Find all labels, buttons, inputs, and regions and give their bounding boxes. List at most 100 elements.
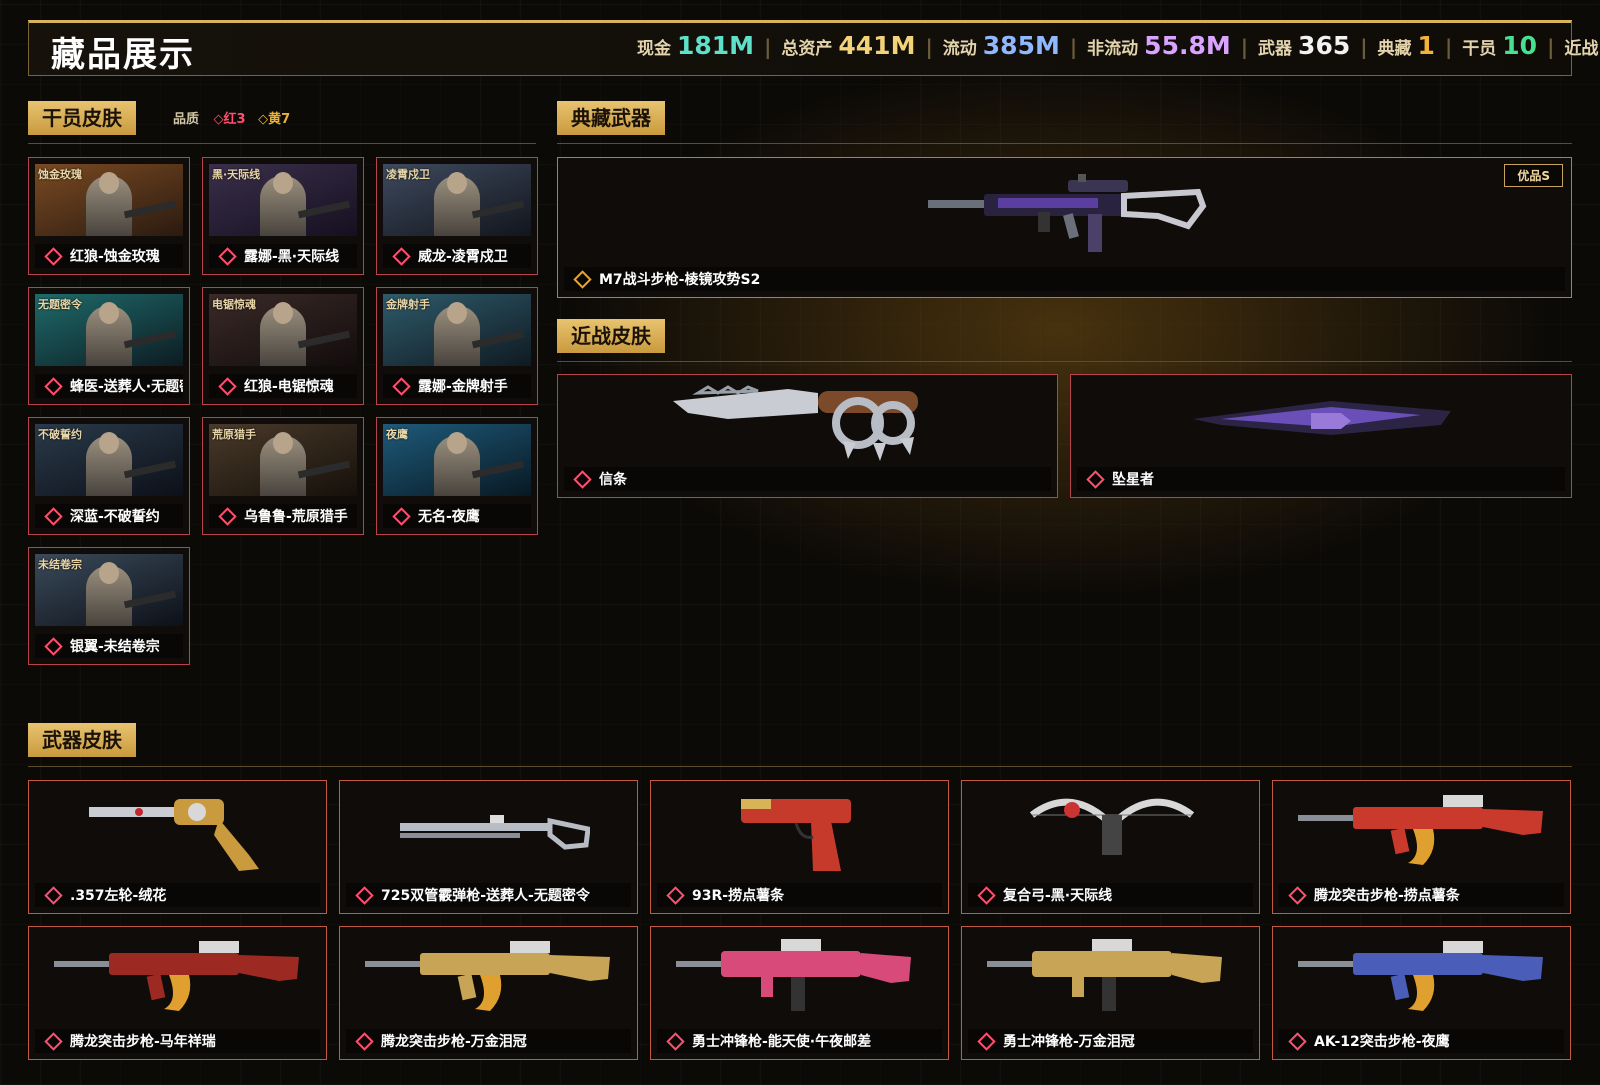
stat-value: 1 xyxy=(1417,31,1435,60)
operator-name-bar: 银翼-未结卷宗 xyxy=(35,634,183,658)
operator-portrait: 蚀金玫瑰 xyxy=(35,164,183,236)
stat-separator: | xyxy=(925,35,933,59)
quality-diamond-icon xyxy=(392,246,411,266)
operator-card[interactable]: 荒原猎手 乌鲁鲁-荒原猎手 xyxy=(202,417,364,535)
weapon-name-bar: .357左轮-绒花 xyxy=(35,883,320,907)
stat-label: 流动 xyxy=(942,39,977,59)
quality-diamond-icon xyxy=(218,376,237,396)
operator-name-bar: 红狼-蚀金玫瑰 xyxy=(35,244,183,268)
stat-label: 非流动 xyxy=(1087,39,1139,59)
weapon-skin-card[interactable]: 勇士冲锋枪-能天使·午夜邮差 xyxy=(650,926,949,1060)
stat-label: 现金 xyxy=(637,39,671,59)
stat-item: 总资产 441M xyxy=(781,31,915,60)
stat-separator: | xyxy=(1444,35,1453,59)
melee-card[interactable]: 信条 xyxy=(557,374,1058,498)
stat-label: 总资产 xyxy=(781,39,833,59)
operator-head xyxy=(273,302,293,324)
operator-card[interactable]: 金牌射手 露娜-金牌射手 xyxy=(376,287,538,405)
operator-head xyxy=(447,172,467,194)
operator-card[interactable]: 黑·天际线 露娜-黑·天际线 xyxy=(202,157,364,275)
weapon-skin-card[interactable]: 93R-捞点薯条 xyxy=(650,780,949,914)
weapon-skin-name: 勇士冲锋枪-能天使·午夜邮差 xyxy=(692,1034,872,1050)
quality-diamond-icon xyxy=(218,246,237,266)
weapon-skin-card[interactable]: 复合弓-黑·天际线 xyxy=(961,780,1260,914)
quality-diamond-icon xyxy=(355,885,374,905)
weapon-skin-card[interactable]: 725双管霰弹枪-送葬人-无题密令 xyxy=(339,780,638,914)
weapon-name-bar: 腾龙突击步枪-马年祥瑞 xyxy=(35,1029,320,1053)
stat-item: 现金 181M xyxy=(637,31,754,60)
operator-head xyxy=(447,302,467,324)
quality-diamond-icon xyxy=(392,506,411,526)
operator-skin-name: 乌鲁鲁-荒原猎手 xyxy=(244,509,348,525)
quality-diamond-icon xyxy=(573,469,592,489)
operator-name-bar: 红狼-电锯惊魂 xyxy=(209,374,357,398)
weapon-skin-card[interactable]: AK-12突击步枪-夜鹰 xyxy=(1272,926,1571,1060)
operator-card[interactable]: 蚀金玫瑰红狼-蚀金玫瑰 xyxy=(28,157,190,275)
stat-value: 365 xyxy=(1298,31,1351,60)
quality-diamond-icon xyxy=(1288,885,1307,905)
rifle-image xyxy=(1293,785,1553,879)
operator-card[interactable]: 不破誓约深蓝-不破誓约 xyxy=(28,417,190,535)
stat-item: 干员 10 xyxy=(1462,31,1537,60)
weapon-skin-card[interactable]: .357左轮-绒花 xyxy=(28,780,327,914)
stat-separator: | xyxy=(1069,35,1078,59)
smg-image xyxy=(671,931,931,1025)
weapon-name-bar: 复合弓-黑·天际线 xyxy=(968,883,1253,907)
operator-card[interactable]: 无题密令蜂医-送葬人·无题密令 xyxy=(28,287,190,405)
weapon-name-bar: 腾龙突击步枪-万金泪冠 xyxy=(346,1029,631,1053)
operator-portrait: 金牌射手 xyxy=(383,294,531,366)
operator-portrait: 无题密令 xyxy=(35,294,183,366)
weapon-skin-name: 725双管霰弹枪-送葬人-无题密令 xyxy=(381,888,590,904)
operator-name-bar: 深蓝-不破誓约 xyxy=(35,504,183,528)
quality-red-count[interactable]: ◇红3 xyxy=(214,112,246,127)
operator-card[interactable]: 未结卷宗银翼-未结卷宗 xyxy=(28,547,190,665)
stat-label: 武器 xyxy=(1258,39,1293,59)
operator-card[interactable]: 夜鹰无名-夜鹰 xyxy=(376,417,538,535)
rifle-image xyxy=(1293,931,1553,1025)
weapon-skin-card[interactable]: 腾龙突击步枪-马年祥瑞 xyxy=(28,926,327,1060)
operator-head xyxy=(99,432,119,454)
operator-skin-name: 深蓝-不破誓约 xyxy=(70,509,160,525)
weapon-skin-card[interactable]: 勇士冲锋枪-万金泪冠 xyxy=(961,926,1260,1060)
operator-skin-name: 威龙-凌霄戍卫 xyxy=(418,249,508,265)
melee-card[interactable]: 坠星者 xyxy=(1070,374,1572,498)
weapon-name-bar: 勇士冲锋枪-万金泪冠 xyxy=(968,1029,1253,1053)
melee-name: 信条 xyxy=(599,472,627,488)
skin-logo: 不破誓约 xyxy=(38,428,82,441)
operator-name-bar: 无名-夜鹰 xyxy=(383,504,531,528)
weapon-skin-card[interactable]: 腾龙突击步枪-捞点薯条 xyxy=(1272,780,1571,914)
operator-card[interactable]: 电锯惊魂红狼-电锯惊魂 xyxy=(202,287,364,405)
operator-card[interactable]: 凌霄戍卫 威龙-凌霄戍卫 xyxy=(376,157,538,275)
collection-weapon-name: M7战斗步枪-棱镜攻势S2 xyxy=(599,272,761,288)
weapon-skin-name: AK-12突击步枪-夜鹰 xyxy=(1314,1034,1450,1050)
weapon-skin-name: 腾龙突击步枪-捞点薯条 xyxy=(1314,888,1460,904)
stat-item: 武器 365 xyxy=(1258,31,1350,60)
skin-logo: 金牌射手 xyxy=(386,298,430,311)
quality-diamond-icon xyxy=(44,636,63,656)
operator-skin-name: 红狼-蚀金玫瑰 xyxy=(70,249,160,265)
operator-portrait: 电锯惊魂 xyxy=(209,294,357,366)
shotgun-image xyxy=(390,785,591,879)
operator-portrait: 未结卷宗 xyxy=(35,554,183,626)
weapon-skin-name: .357左轮-绒花 xyxy=(70,888,167,904)
stats-header: 藏品展示 现金 181M | 总资产 441M | 流动 385M | 非流动 55.8M | 武器 36… xyxy=(28,20,1598,76)
blade-image xyxy=(1193,401,1451,435)
operator-section-divider xyxy=(28,143,536,144)
rifle-image xyxy=(49,931,309,1025)
melee-name: 坠星者 xyxy=(1112,472,1154,488)
operator-head xyxy=(99,562,119,584)
stat-value: 55.8M xyxy=(1144,31,1231,60)
pistol-image xyxy=(701,785,901,879)
stat-item: 非流动 55.8M xyxy=(1087,31,1231,60)
operator-name-bar: 露娜-黑·天际线 xyxy=(209,244,357,268)
collection-weapon-card[interactable]: 优品S M7战斗步枪-棱镜攻势S2 xyxy=(557,157,1572,298)
operator-skin-name: 蜂医-送葬人·无题密令 xyxy=(70,379,183,395)
quality-diamond-icon xyxy=(573,269,592,289)
weapon-section-divider xyxy=(28,766,1572,767)
weapon-skin-card[interactable]: 腾龙突击步枪-万金泪冠 xyxy=(339,926,638,1060)
quality-yellow-count[interactable]: ◇黄7 xyxy=(258,112,290,127)
weapon-name-bar: 725双管霰弹枪-送葬人-无题密令 xyxy=(346,883,631,907)
stat-value: 181M xyxy=(677,31,755,60)
quality-diamond-icon xyxy=(218,506,237,526)
skin-logo: 夜鹰 xyxy=(386,428,408,441)
